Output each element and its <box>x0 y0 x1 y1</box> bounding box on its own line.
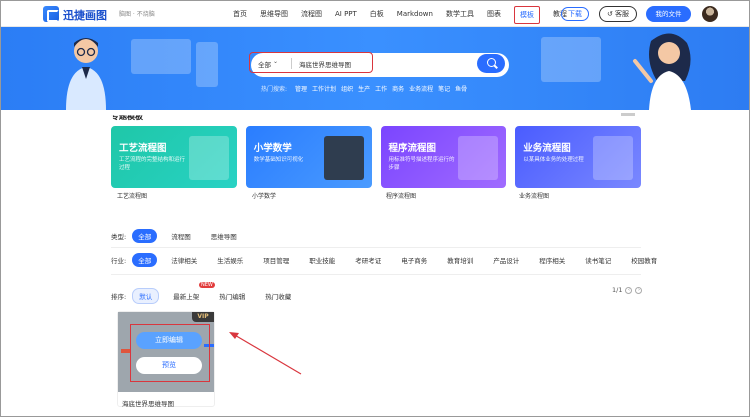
hot-searches: 热门搜索: 管理 工作计划 组织 生产 工作 商务 业务流程 笔记 鱼骨 <box>261 84 472 93</box>
new-badge: NEW <box>199 282 215 288</box>
sort-hot-edit[interactable]: 热门编辑 <box>213 289 251 303</box>
sort-default[interactable]: 默认 <box>132 288 160 304</box>
blackboard-illustration-icon <box>323 136 364 180</box>
customer-service-label: 客服 <box>615 10 630 18</box>
nav-flowchart[interactable]: 流程图 <box>301 9 322 19</box>
industry-chip[interactable]: 电子商务 <box>395 253 433 267</box>
logo-icon[interactable] <box>43 6 59 22</box>
flowchart-illustration-icon <box>188 136 229 180</box>
filter-divider <box>111 274 641 275</box>
banner-decoration <box>131 39 191 74</box>
search-banner: 全部 ⌄ 热门搜索: 管理 工作计划 组织 生产 工作 商务 业务流程 笔记 鱼… <box>1 27 749 110</box>
nav-ai-ppt[interactable]: AI PPT <box>335 10 357 18</box>
hot-search-item[interactable]: 鱼骨 <box>455 84 467 93</box>
industry-chip[interactable]: 生活娱乐 <box>211 253 249 267</box>
type-filter: 类型: 全部 流程图 思维导图 <box>111 229 251 243</box>
industry-chip[interactable]: 职业技能 <box>303 253 341 267</box>
type-chip-all[interactable]: 全部 <box>132 229 158 243</box>
banner-decoration <box>196 42 218 87</box>
topic-card-program[interactable]: 程序流程图 用标准符号描述程序运行的步骤 <box>380 126 507 188</box>
hot-search-item[interactable]: 工作 <box>375 84 387 93</box>
card-title: 业务流程图 <box>523 143 571 154</box>
banner-decoration <box>541 37 601 82</box>
type-filter-label: 类型: <box>111 233 127 241</box>
hot-search-label: 热门搜索: <box>261 86 288 93</box>
nav-charts[interactable]: 图表 <box>487 9 501 19</box>
card-title: 程序流程图 <box>388 143 437 154</box>
nav-markdown[interactable]: Markdown <box>397 10 433 18</box>
card-caption[interactable]: 程序流程图 <box>386 191 416 200</box>
hot-search-item[interactable]: 商务 <box>392 84 404 93</box>
nav-whiteboard[interactable]: 白板 <box>370 9 384 19</box>
filter-divider <box>111 247 641 248</box>
search-button[interactable] <box>477 54 505 73</box>
topic-card-math[interactable]: 小学数学 数学基础知识可视化 <box>245 126 372 188</box>
card-caption[interactable]: 小学数学 <box>252 191 276 200</box>
industry-chip[interactable]: 校园教育 <box>625 253 663 267</box>
avatar[interactable] <box>702 6 718 22</box>
type-chip-mindmap[interactable]: 思维导图 <box>205 229 243 243</box>
type-chip-flowchart[interactable]: 流程图 <box>165 229 197 243</box>
template-card[interactable]: VIP 立即编辑 预览 海底世界思维导图 <box>117 311 215 408</box>
industry-chip[interactable]: 产品设计 <box>487 253 525 267</box>
card-caption[interactable]: 工艺流程图 <box>117 191 147 200</box>
hot-search-item[interactable]: 笔记 <box>438 84 450 93</box>
card-desc: 以某具体业务的处理过程 <box>523 157 584 163</box>
hot-search-item[interactable]: 工作计划 <box>312 84 336 93</box>
card-desc: 工艺流程的完整结构和运行过程 <box>119 157 186 171</box>
my-files-button[interactable]: 我的文件 <box>646 6 691 22</box>
search-annotation-box <box>249 52 373 73</box>
hot-search-item[interactable]: 业务流程 <box>409 84 433 93</box>
topic-card-business[interactable]: 业务流程图 以某具体业务的处理过程 <box>515 126 641 188</box>
page-indicator: 1/1 <box>612 286 623 294</box>
industry-chip[interactable]: 读书笔记 <box>579 253 617 267</box>
customer-service-button[interactable]: ↺ 客服 <box>599 6 637 22</box>
nav-home[interactable]: 首页 <box>233 9 247 19</box>
illustration-man-icon <box>66 38 106 110</box>
industry-chip[interactable]: 程序相关 <box>533 253 571 267</box>
top-bar: 迅捷画图 脑图 · 不烧脑 首页 思维导图 流程图 AI PPT 白板 Mark… <box>1 1 749 27</box>
nav-math-tools[interactable]: 数学工具 <box>446 9 474 19</box>
nav-templates[interactable]: 模板 <box>513 6 540 24</box>
illustration-woman-icon <box>633 33 691 110</box>
industry-chip[interactable]: 考研考证 <box>349 253 387 267</box>
section-more-icon[interactable] <box>621 113 635 116</box>
preview-button[interactable]: 预览 <box>136 357 202 374</box>
industry-chip[interactable]: 项目管理 <box>257 253 295 267</box>
sort-newest[interactable]: 最新上架 <box>167 289 205 303</box>
hot-search-item[interactable]: 组织 <box>341 84 353 93</box>
brand-slogan: 脑图 · 不烧脑 <box>119 11 155 18</box>
sort-label: 排序: <box>111 293 127 301</box>
program-illustration-icon <box>458 136 499 180</box>
industry-filter: 行业: 全部 法律相关 生活娱乐 项目管理 职业技能 考研考证 电子商务 教育培… <box>111 253 671 267</box>
card-caption[interactable]: 业务流程图 <box>519 191 549 200</box>
industry-chip[interactable]: 法律相关 <box>165 253 203 267</box>
section-title: 专题模板 <box>111 112 143 121</box>
card-title: 小学数学 <box>253 143 292 154</box>
industry-chip[interactable]: 全部 <box>132 253 158 267</box>
download-button[interactable]: 下载 <box>561 7 589 21</box>
business-illustration-icon <box>593 136 633 180</box>
card-title: 工艺流程图 <box>119 143 167 154</box>
brand-name[interactable]: 迅捷画图 <box>63 7 107 23</box>
sort-hot-favorite[interactable]: 热门收藏 <box>259 289 297 303</box>
next-page-icon[interactable]: › <box>635 286 643 294</box>
industry-chip[interactable]: 教育培训 <box>441 253 479 267</box>
card-desc: 数学基础知识可视化 <box>253 157 304 163</box>
pager: 1/1 ‹ › <box>612 286 643 294</box>
industry-filter-label: 行业: <box>111 257 127 265</box>
sort-bar: 排序: 默认 最新上架 热门编辑 热门收藏 <box>111 288 305 304</box>
main-nav: 首页 思维导图 流程图 AI PPT 白板 Markdown 数学工具 图表 模… <box>233 1 580 27</box>
topic-cards: 工艺流程图 工艺流程的完整结构和运行过程 小学数学 数学基础知识可视化 程序流程… <box>111 126 641 188</box>
card-desc: 用标准符号描述程序运行的步骤 <box>388 157 455 171</box>
nav-mindmap[interactable]: 思维导图 <box>260 9 288 19</box>
hot-search-item[interactable]: 管理 <box>295 84 307 93</box>
prev-page-icon[interactable]: ‹ <box>625 286 633 294</box>
template-name[interactable]: 海底世界思维导图 <box>122 398 174 408</box>
hot-search-item[interactable]: 生产 <box>358 84 370 93</box>
topic-card-process[interactable]: 工艺流程图 工艺流程的完整结构和运行过程 <box>111 126 237 188</box>
edit-now-button[interactable]: 立即编辑 <box>136 332 202 349</box>
vip-badge: VIP <box>192 312 214 322</box>
